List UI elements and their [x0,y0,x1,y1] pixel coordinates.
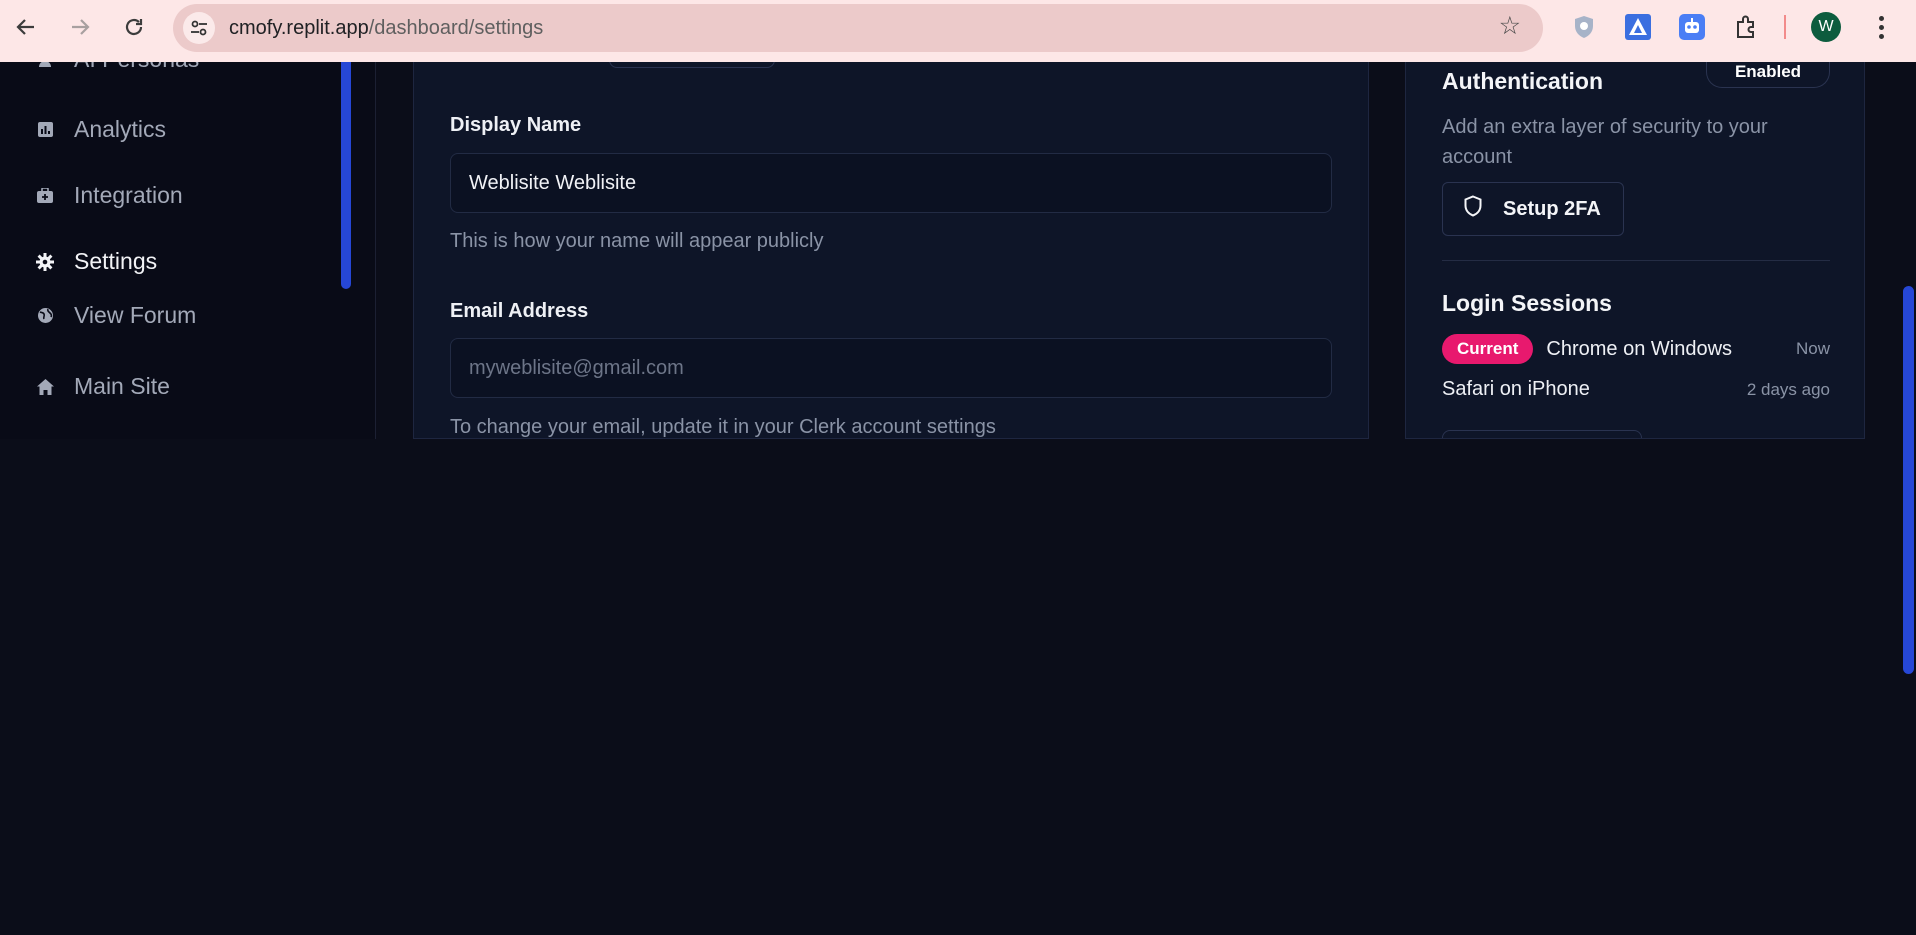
sidebar-item-label: Settings [74,248,158,274]
integration-icon [36,187,54,205]
status-badge: Enabled [1706,62,1830,88]
browser-toolbar: cmofy.replit.app/dashboard/settings ☆ W [0,0,1916,62]
url-text: cmofy.replit.app/dashboard/settings [229,17,543,40]
analytics-icon [36,121,54,139]
twofa-title: Authentication [1442,68,1603,94]
session-row: Safari on iPhone 2 days ago [1442,378,1830,401]
email-label: Email Address [450,300,589,322]
sidebar-item-label: AI Personas [74,62,199,73]
sidebar-item-label: Integration [74,182,183,208]
persona-icon [36,62,54,69]
page-scrollbar-thumb[interactable] [1903,286,1914,674]
url-path: /dashboard/settings [368,17,544,39]
gear-icon [36,252,54,271]
clipped-sessions-button[interactable] [1442,430,1642,438]
sidebar-scrollbar[interactable] [341,62,351,289]
twofa-description: Add an extra layer of security to your a… [1442,116,1768,168]
bookmark-star-icon[interactable]: ☆ [1499,14,1521,39]
sidebar-item-label: Analytics [74,116,167,142]
section-divider [1442,260,1830,261]
site-info-button[interactable] [183,12,215,44]
display-name-label: Display Name [450,114,582,136]
current-session-badge: Current [1442,334,1534,364]
display-name-input[interactable]: Weblisite Weblisite [450,153,1332,213]
session-device: Chrome on Windows [1546,337,1733,360]
url-host: cmofy.replit.app [229,17,369,39]
triangle-extension-icon[interactable] [1622,11,1654,43]
robot-extension-icon[interactable] [1676,11,1708,43]
back-button[interactable] [6,7,46,47]
forward-button[interactable] [60,7,100,47]
display-name-hint: This is how your name will appear public… [450,230,824,252]
email-hint: To change your email, update it in your … [450,416,996,438]
sidebar-item-view-forum[interactable]: View Forum [36,302,196,329]
sidebar-item-main-site[interactable]: Main Site [36,373,170,400]
sidebar-item-label: Main Site [74,373,170,399]
toolbar-divider [1784,15,1786,39]
session-time: 2 days ago [1746,379,1830,399]
puzzle-extensions-icon[interactable] [1730,11,1762,43]
login-sessions-title: Login Sessions [1442,290,1612,316]
sidebar-item-label: View Forum [74,302,197,328]
arrow-right-icon [72,19,90,35]
globe-icon [36,307,54,325]
sidebar-item-ai-personas[interactable]: AI Personas [36,62,199,73]
sidebar-item-integration[interactable]: Integration [36,182,183,209]
setup-2fa-button[interactable]: Setup 2FA [1442,182,1624,236]
session-device: Safari on iPhone [1442,378,1590,400]
address-bar[interactable]: cmofy.replit.app/dashboard/settings ☆ [173,4,1543,52]
profile-settings-card: Display Name Weblisite Weblisite This is… [413,62,1369,439]
profile-avatar[interactable]: W [1811,12,1841,42]
tune-icon [191,20,207,36]
reload-button[interactable] [114,7,154,47]
sidebar: AI Personas Analytics Integration Settin… [0,62,376,439]
security-card: Enabled Authentication Add an extra laye… [1405,62,1865,439]
arrow-left-icon [16,19,34,35]
browser-menu-icon[interactable] [1866,10,1896,44]
reload-icon [125,18,143,36]
home-icon [36,378,54,396]
shield-extension-icon[interactable] [1568,11,1600,43]
sidebar-item-analytics[interactable]: Analytics [36,116,166,143]
session-row: Current Chrome on Windows Now [1442,334,1830,364]
sidebar-item-settings[interactable]: Settings [36,248,157,275]
email-field[interactable]: myweblisite@gmail.com [450,338,1332,398]
clipped-button[interactable] [609,62,775,68]
session-time: Now [1795,339,1830,358]
shield-icon [1463,195,1483,223]
setup-2fa-label: Setup 2FA [1503,197,1601,220]
